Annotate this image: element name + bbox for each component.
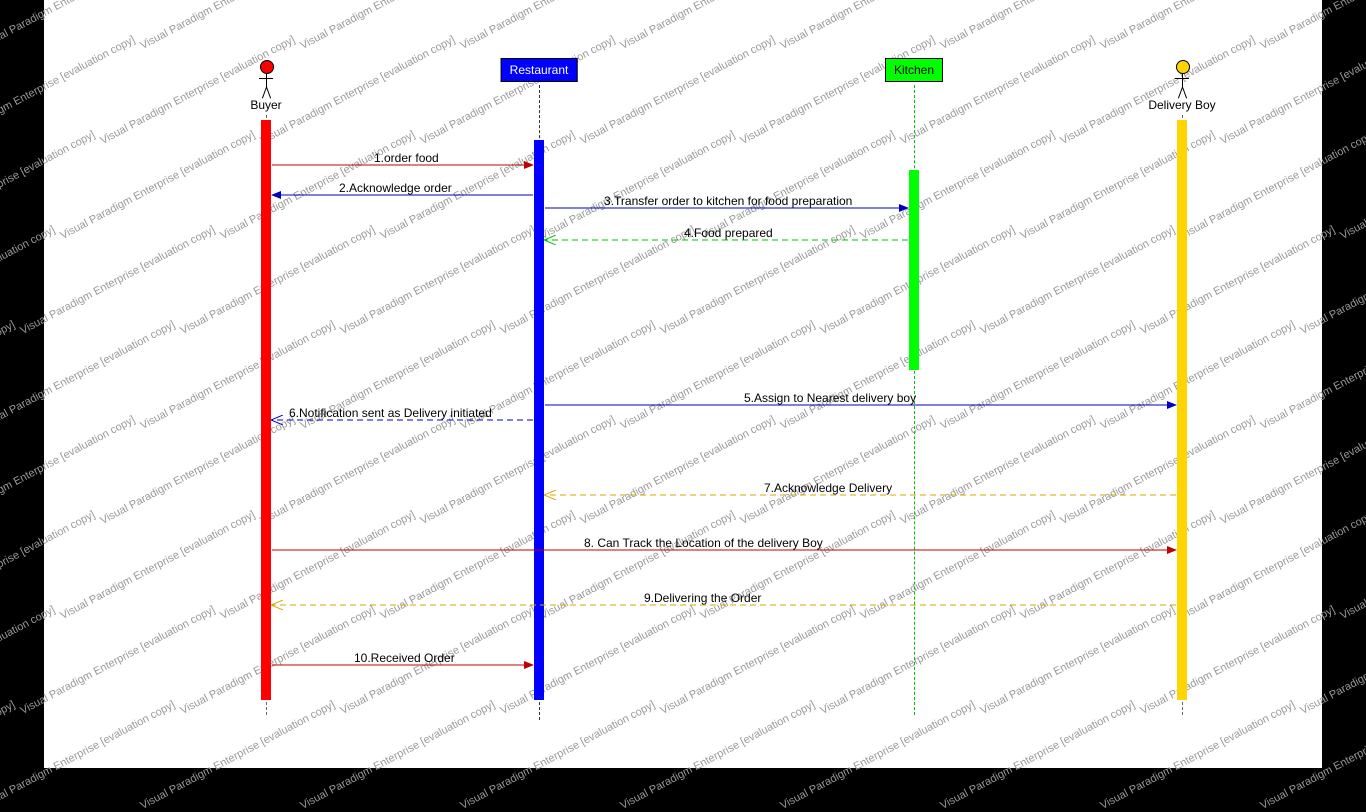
- msg-9-label: 9.Delivering the Order: [644, 591, 761, 605]
- msg-8-label: 8. Can Track the Location of the deliver…: [584, 536, 823, 550]
- msg-5-label: 5.Assign to Nearest delivery boy: [744, 391, 916, 405]
- msg-1-label: 1.order food: [374, 151, 439, 165]
- msg-10-label: 10.Received Order: [354, 651, 455, 665]
- msg-6-label: 6.Notification sent as Delivery initiate…: [289, 406, 492, 420]
- msg-2-label: 2.Acknowledge order: [339, 181, 452, 195]
- msg-4-label: 4.Food prepared: [684, 226, 773, 240]
- msg-3-label: 3.Transfer order to kitchen for food pre…: [604, 194, 852, 208]
- msg-7-label: 7.Acknowledge Delivery: [764, 481, 892, 495]
- diagram-canvas: Visual Paradigm Enterprise [evaluation c…: [44, 0, 1322, 768]
- message-arrows: [44, 0, 1322, 768]
